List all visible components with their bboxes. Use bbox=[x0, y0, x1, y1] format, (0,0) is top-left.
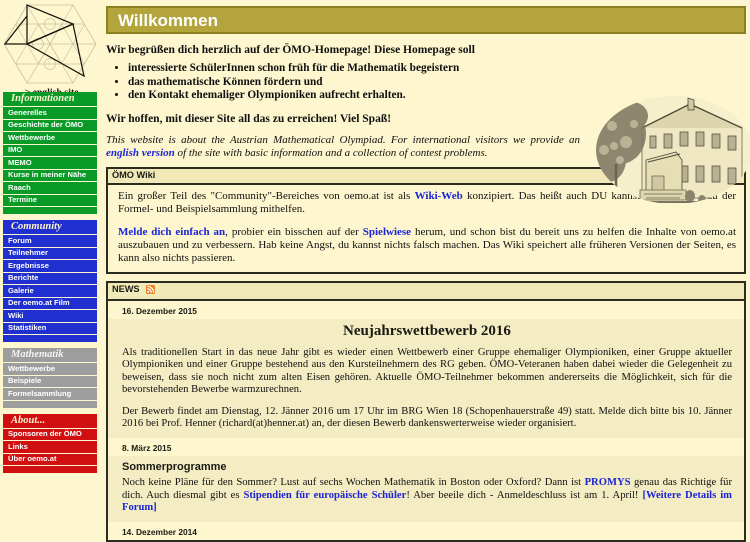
news-item-title: Neujahrswettbewerb 2016 bbox=[343, 322, 511, 339]
sidebar-section-title: Informationen bbox=[3, 92, 97, 106]
sidebar-section-title: About... bbox=[3, 413, 97, 428]
wiki-paragraph-2: Melde dich einfach an, probier ein bissc… bbox=[118, 226, 736, 265]
intro-bullet-list: interessierte SchülerInnen schon früh fü… bbox=[106, 62, 580, 103]
sidebar-section-footer bbox=[3, 399, 97, 408]
news-date: 14. Dezember 2014 bbox=[122, 526, 197, 537]
page-root: -> english site Informationen Generelles… bbox=[0, 0, 750, 542]
sidebar-item-math-wettbewerbe[interactable]: Wettbewerbe bbox=[3, 362, 97, 375]
wiki-panel-title: ÖMO Wiki bbox=[112, 170, 156, 180]
sidebar-section-mathematik: Mathematik Wettbewerbe Beispiele Formels… bbox=[3, 348, 97, 408]
intro-english-text-b: of the site with basic information and a… bbox=[174, 146, 488, 159]
news-item-paragraph: Als traditionellen Start in das neue Jah… bbox=[122, 346, 732, 396]
sidebar-item-generelles[interactable]: Generelles bbox=[3, 106, 97, 119]
news-panel-title: NEWS bbox=[112, 284, 140, 294]
sidebar-item-links[interactable]: Links bbox=[3, 440, 97, 453]
wiki-web-link[interactable]: Wiki-Web bbox=[415, 190, 463, 202]
news-date: 8. März 2015 bbox=[122, 443, 172, 454]
wiki-p1-text-a: Ein großer Teil des "Community"-Bereiche… bbox=[118, 189, 415, 202]
sidebar-item-wiki[interactable]: Wiki bbox=[3, 309, 97, 322]
sidebar-section-informationen: Informationen Generelles Geschichte der … bbox=[3, 92, 97, 214]
sidebar-item-beispiele[interactable]: Beispiele bbox=[3, 374, 97, 387]
sidebar-section-title: Mathematik bbox=[3, 348, 97, 362]
intro-english-paragraph: This website is about the Austrian Mathe… bbox=[106, 134, 580, 160]
wiki-p2-text-a: , probier ein bisschen auf der bbox=[225, 225, 363, 238]
sidebar-item-termine[interactable]: Termine bbox=[3, 193, 97, 206]
sidebar-item-galerie[interactable]: Galerie bbox=[3, 284, 97, 297]
register-link[interactable]: Melde dich einfach an bbox=[118, 226, 225, 238]
raach-house-sketch bbox=[596, 96, 750, 204]
intro-lead: Wir begrüßen dich herzlich auf der ÖMO-H… bbox=[106, 44, 475, 56]
news-panel: NEWS 16. Dezember 2015 Neujahrswettbewer… bbox=[106, 280, 746, 542]
sidebar-section-community: Community Forum Teilnehmer Ergebnisse Be… bbox=[3, 220, 97, 342]
sidebar-section-footer bbox=[3, 206, 97, 214]
news-panel-header: NEWS bbox=[108, 282, 744, 301]
sidebar-section-about: About... Sponsoren der ÖMO Links Über oe… bbox=[3, 413, 97, 473]
sidebar-item-geschichte-der-oemo[interactable]: Geschichte der ÖMO bbox=[3, 118, 97, 131]
page-title-bar: Willkommen bbox=[106, 6, 746, 34]
news-item-paragraph: Der Bewerb findet am Dienstag, 12. Jänne… bbox=[122, 405, 732, 430]
sidebar-item-imo[interactable]: IMO bbox=[3, 143, 97, 156]
rss-icon[interactable] bbox=[146, 285, 156, 297]
spielwiese-link[interactable]: Spielwiese bbox=[363, 226, 411, 238]
news-item-title: Sommerprogramme bbox=[122, 461, 227, 474]
sidebar-item-sponsoren-der-oemo[interactable]: Sponsoren der ÖMO bbox=[3, 427, 97, 440]
intro-bullet-1: interessierte SchülerInnen schon früh fü… bbox=[128, 62, 580, 76]
intro-section: Wir begrüßen dich herzlich auf der ÖMO-H… bbox=[106, 44, 750, 204]
sidebar-item-raach[interactable]: Raach bbox=[3, 181, 97, 194]
site-logo[interactable]: -> english site bbox=[0, 0, 100, 98]
promys-link[interactable]: PROMYS bbox=[585, 477, 631, 488]
page-title: Willkommen bbox=[118, 11, 218, 30]
sidebar-item-berichte[interactable]: Berichte bbox=[3, 271, 97, 284]
sidebar-item-memo[interactable]: MEMO bbox=[3, 156, 97, 169]
sidebar-item-teilnehmer[interactable]: Teilnehmer bbox=[3, 246, 97, 259]
sidebar-item-ueber-oemo-at[interactable]: Über oemo.at bbox=[3, 452, 97, 465]
news-text-c: ! Aber beeile dich - Anmeldeschluss ist … bbox=[406, 489, 643, 501]
sidebar-section-footer bbox=[3, 465, 97, 473]
sidebar-item-kurse-in-meiner-naehe[interactable]: Kurse in meiner Nähe bbox=[3, 168, 97, 181]
news-panel-body: 16. Dezember 2015 Neujahrswettbewerb 201… bbox=[108, 301, 744, 540]
news-text-a: Noch keine Pläne für den Sommer? Lust au… bbox=[122, 477, 585, 489]
sidebar: -> english site Informationen Generelles… bbox=[0, 0, 100, 512]
news-item: Neujahrswettbewerb 2016 Als traditionell… bbox=[108, 318, 744, 439]
sidebar-item-ergebnisse[interactable]: Ergebnisse bbox=[3, 259, 97, 272]
intro-english-text-a: This website is about the Austrian Mathe… bbox=[106, 133, 580, 146]
sidebar-item-forum[interactable]: Forum bbox=[3, 234, 97, 247]
intro-bullet-3: den Kontakt ehemaliger Olympioniken aufr… bbox=[128, 89, 580, 103]
main-content: Willkommen Wir begrüßen dich herzlich au… bbox=[100, 0, 750, 542]
news-item-paragraph: Noch keine Pläne für den Sommer? Lust au… bbox=[122, 477, 732, 515]
sidebar-item-wettbewerbe[interactable]: Wettbewerbe bbox=[3, 131, 97, 144]
intro-bullet-2: das mathematische Können fördern und bbox=[128, 76, 580, 90]
sidebar-item-formelsammlung[interactable]: Formelsammlung bbox=[3, 387, 97, 400]
sidebar-section-footer bbox=[3, 334, 97, 342]
english-version-link[interactable]: english version bbox=[106, 147, 175, 159]
sidebar-section-title: Community bbox=[3, 220, 97, 234]
stipendien-link[interactable]: Stipendien für europäische Schüler bbox=[243, 490, 406, 501]
sidebar-item-statistiken[interactable]: Statistiken bbox=[3, 321, 97, 334]
oemo-logo-icon bbox=[4, 4, 96, 84]
sidebar-item-der-oemo-at-film[interactable]: Der oemo.at Film bbox=[3, 296, 97, 309]
news-date: 16. Dezember 2015 bbox=[122, 305, 197, 316]
intro-hope: Wir hoffen, mit dieser Site all das zu e… bbox=[106, 112, 392, 125]
